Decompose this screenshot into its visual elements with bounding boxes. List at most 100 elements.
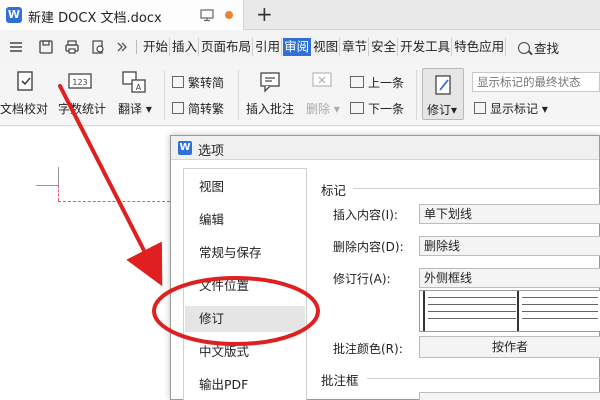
next-label: 下一条	[368, 102, 405, 116]
nav-item-general-save[interactable]: 常规与保存	[185, 240, 305, 266]
delete-label: 删除	[306, 102, 331, 116]
delete-comment-icon[interactable]	[310, 70, 334, 94]
section-divider	[367, 378, 600, 379]
previous-icon	[350, 76, 364, 88]
insert-comment-icon[interactable]	[258, 70, 282, 94]
comment-box-select[interactable]	[419, 392, 600, 400]
page-corner-mark	[58, 167, 59, 185]
revision-preview	[419, 290, 600, 332]
document-tab-title: 新建 DOCX 文档.docx	[28, 11, 162, 26]
more-chevron-icon[interactable]	[114, 39, 130, 55]
section-divider	[353, 188, 600, 189]
track-changes-button[interactable]: 修订▾	[422, 68, 464, 120]
menu-lines-icon[interactable]	[8, 39, 24, 55]
search-label: 查找	[534, 41, 560, 56]
trad-to-simp-icon	[172, 76, 184, 88]
simp-to-trad-button[interactable]: 简转繁	[172, 100, 224, 117]
track-changes-label: 修订▾	[427, 103, 458, 117]
delete-comment-button[interactable]: 删除 ▾	[306, 100, 340, 117]
document-tab[interactable]: W 新建 DOCX 文档.docx	[0, 0, 244, 30]
preview-line	[428, 304, 516, 305]
preview-line	[428, 318, 516, 319]
tab-features[interactable]: 特色应用	[453, 38, 507, 56]
review-ribbon: 文档校对 123 字数统计 A 翻译 ▾ 繁转简 简转繁 插入批注 删除 ▾ 上…	[0, 64, 600, 126]
preview-line	[522, 304, 598, 305]
tab-view[interactable]: 视图	[312, 38, 341, 56]
show-markup-label: 显示标记	[490, 102, 539, 116]
dialog-titlebar[interactable]: W 选项	[171, 136, 599, 160]
page-corner-mark	[36, 185, 58, 186]
preview-left-bar	[423, 291, 425, 331]
options-nav-list: 视图 编辑 常规与保存 文件位置 修订 中文版式 输出PDF	[183, 168, 307, 400]
tab-security[interactable]: 安全	[370, 38, 399, 56]
nav-item-edit[interactable]: 编辑	[185, 207, 305, 233]
delete-content-select[interactable]: 删除线	[419, 236, 600, 256]
ribbon-divider	[238, 70, 239, 120]
preview-line	[522, 311, 598, 312]
previous-label: 上一条	[368, 76, 405, 90]
ribbon-divider	[164, 70, 165, 120]
trad-to-simp-label: 繁转简	[188, 76, 225, 90]
tab-insert[interactable]: 插入	[171, 38, 200, 56]
nav-item-view[interactable]: 视图	[185, 174, 305, 200]
section-comment-box-heading: 批注框	[321, 373, 359, 388]
wps-writer-logo-icon: W	[6, 7, 22, 23]
preview-line	[522, 318, 598, 319]
menu-tabs: 开始 插入 页面布局 引用 审阅 视图 章节 安全 开发工具 特色应用	[142, 38, 507, 56]
comment-color-label: 批注颜色(R):	[333, 342, 403, 356]
preview-line	[522, 297, 598, 298]
preview-page-divider	[517, 291, 519, 331]
markup-display-select[interactable]: 显示标记的最终状态	[472, 72, 600, 92]
delete-content-label: 删除内容(D):	[333, 240, 404, 254]
insert-comment-button[interactable]: 插入批注	[246, 100, 294, 117]
trad-to-simp-button[interactable]: 繁转简	[172, 74, 224, 91]
tab-review[interactable]: 审阅	[283, 38, 312, 56]
proofread-button[interactable]: 文档校对	[0, 100, 48, 117]
insert-content-select[interactable]: 单下划线	[419, 204, 600, 224]
show-markup-button[interactable]: 显示标记 ▾	[474, 100, 548, 117]
insert-content-label: 插入内容(I):	[333, 208, 398, 222]
ribbon-divider	[416, 70, 417, 120]
tab-references[interactable]: 引用	[254, 38, 283, 56]
monitor-icon[interactable]	[200, 8, 214, 22]
revision-line-label: 修订行(A):	[333, 272, 391, 286]
unsaved-dot-icon	[225, 11, 233, 19]
translate-icon[interactable]: A	[122, 70, 146, 94]
tab-section[interactable]: 章节	[341, 38, 370, 56]
tab-page-layout[interactable]: 页面布局	[200, 38, 254, 56]
proofread-icon[interactable]	[14, 70, 38, 94]
search-button[interactable]: 查找	[518, 38, 559, 57]
search-icon	[518, 42, 530, 54]
simp-to-trad-icon	[172, 102, 184, 114]
next-icon	[350, 102, 364, 114]
revision-line-select[interactable]: 外侧框线	[419, 268, 600, 288]
new-tab-button[interactable]: +	[256, 3, 273, 25]
next-comment-button[interactable]: 下一条	[350, 100, 404, 117]
translate-button[interactable]: 翻译 ▾	[118, 100, 152, 117]
tab-home[interactable]: 开始	[142, 38, 171, 56]
revision-bar-line	[58, 185, 59, 201]
track-changes-icon	[435, 75, 451, 95]
nav-item-track-changes[interactable]: 修订	[185, 306, 305, 332]
print-preview-icon[interactable]	[90, 39, 106, 55]
print-icon[interactable]	[64, 39, 80, 55]
svg-text:123: 123	[72, 78, 87, 87]
previous-comment-button[interactable]: 上一条	[350, 74, 404, 91]
translate-label: 翻译	[118, 102, 143, 116]
preview-line	[428, 297, 516, 298]
comment-color-select[interactable]: 按作者	[419, 336, 600, 358]
nav-item-chinese-layout[interactable]: 中文版式	[185, 339, 305, 365]
title-bar: W 新建 DOCX 文档.docx +	[0, 0, 600, 30]
options-dialog: W 选项 视图 编辑 常规与保存 文件位置 修订 中文版式 输出PDF 标记 插…	[170, 135, 600, 400]
word-count-icon[interactable]: 123	[68, 70, 92, 94]
tab-developer[interactable]: 开发工具	[399, 38, 453, 56]
show-markup-icon	[474, 102, 486, 114]
dialog-title: 选项	[198, 144, 225, 159]
wps-logo-icon: W	[178, 141, 192, 155]
menu-divider	[136, 40, 137, 54]
nav-item-export-pdf[interactable]: 输出PDF	[185, 372, 305, 398]
simp-to-trad-label: 简转繁	[188, 102, 225, 116]
word-count-button[interactable]: 字数统计	[58, 100, 106, 117]
nav-item-file-locations[interactable]: 文件位置	[185, 273, 305, 299]
save-icon[interactable]	[38, 39, 54, 55]
